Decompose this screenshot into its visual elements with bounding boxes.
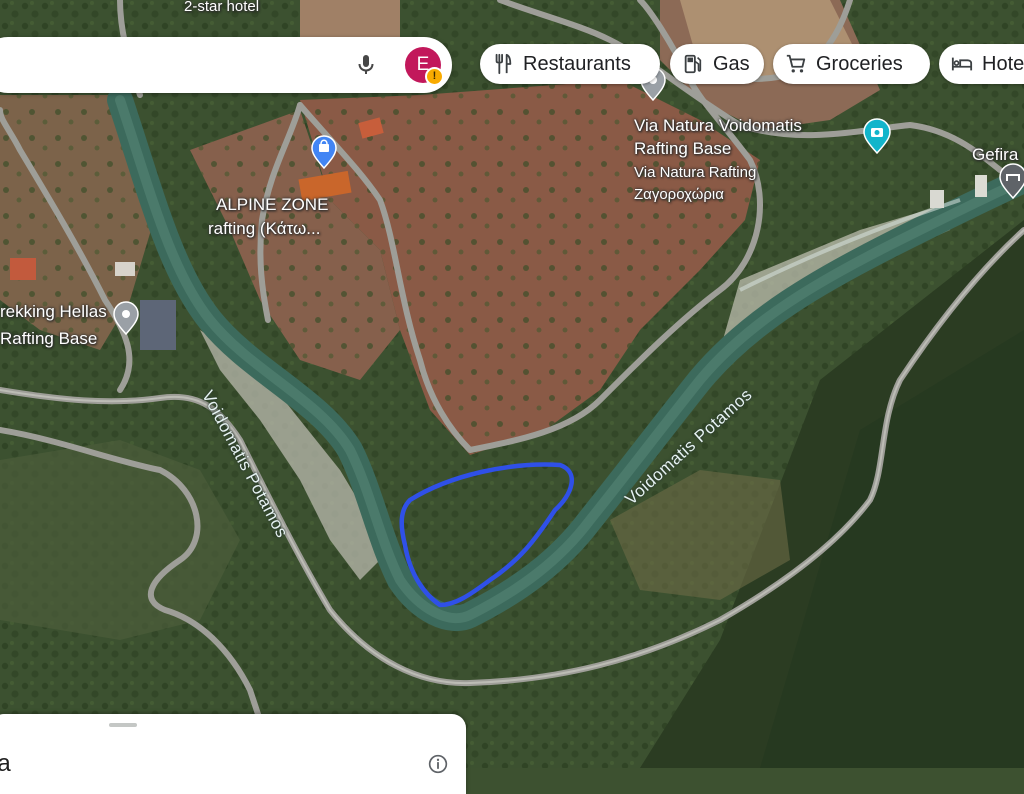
chip-hotels[interactable]: Hotels — [939, 44, 1024, 84]
search-bar[interactable]: E ! — [0, 37, 452, 93]
gas-station-icon — [684, 54, 702, 74]
map-label-trekking-title: rekking Hellas — [0, 302, 107, 321]
satellite-map[interactable] — [0, 0, 1024, 768]
grocery-cart-icon — [786, 54, 806, 73]
warning-badge-icon: ! — [425, 67, 444, 86]
chip-label: Gas — [713, 52, 750, 75]
drag-handle[interactable] — [109, 723, 137, 727]
bottom-sheet-title: ea — [0, 750, 11, 777]
chip-gas[interactable]: Gas — [670, 44, 764, 84]
chip-label: Hotels — [982, 52, 1024, 75]
map-label-via-natura-desc: Via Natura Rafting — [634, 164, 757, 181]
map-label-alpine-zone-title: ALPINE ZONE — [216, 195, 329, 214]
map-label-via-natura-desc2: Ζαγοροχώρια — [634, 186, 724, 203]
map-label-trekking-subtitle: Rafting Base — [0, 329, 98, 348]
chip-label: Groceries — [816, 52, 903, 75]
chip-restaurants[interactable]: Restaurants — [480, 44, 660, 84]
bottom-sheet[interactable]: ea — [0, 714, 466, 794]
map-label-via-natura-title: Via Natura Voidomatis — [634, 116, 802, 135]
chip-groceries[interactable]: Groceries — [773, 44, 930, 84]
map-label-trekking-hellas[interactable]: rekking Hellas Rafting Base — [0, 301, 107, 349]
map-label-alpine-zone[interactable]: ALPINE ZONE rafting (Κάτω... — [200, 194, 328, 239]
chip-label: Restaurants — [523, 52, 631, 75]
map-label-gefira[interactable]: Gefira — [972, 144, 1018, 165]
map-label-alpine-zone-subtitle: rafting (Κάτω... — [207, 219, 321, 238]
map-label-via-natura[interactable]: Via Natura Voidomatis Rafting Base Via N… — [634, 115, 802, 205]
account-avatar[interactable]: E ! — [405, 47, 444, 86]
restaurant-icon — [495, 53, 512, 75]
map-label-via-natura-subtitle: Rafting Base — [634, 139, 732, 158]
map-label-2-star-hotel[interactable]: 2-star hotel — [184, 0, 259, 16]
hotel-bed-icon — [951, 57, 973, 71]
info-icon[interactable] — [428, 754, 448, 774]
microphone-icon[interactable] — [354, 53, 378, 77]
